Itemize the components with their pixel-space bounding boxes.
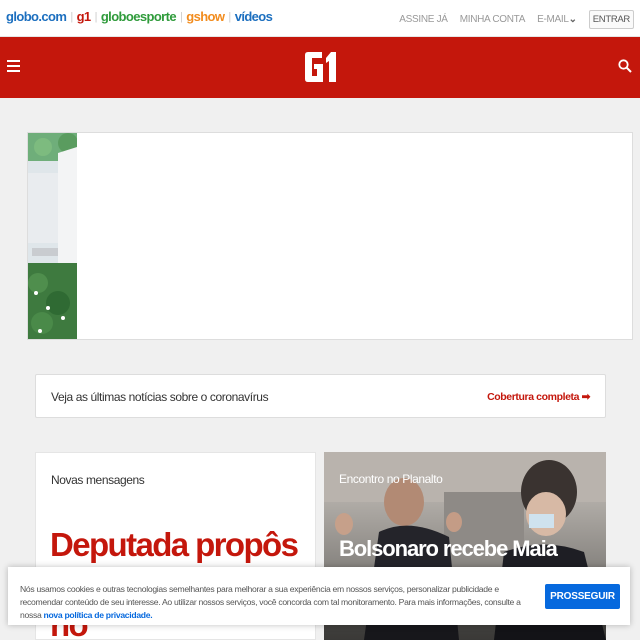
cookie-message: Nós usamos cookies e outras tecnologias … [20, 583, 535, 622]
chevron-down-icon: ⌄ [568, 14, 577, 25]
brand-link-globoesporte[interactable]: globoesporte [101, 9, 177, 24]
brand-links: globo.com | g1 | globoesporte | gshow | … [6, 9, 273, 24]
separator: | [179, 10, 183, 23]
privacy-policy-link[interactable]: nova política de privacidade. [44, 610, 153, 620]
g1-logo[interactable] [302, 51, 338, 83]
card-kicker: Encontro no Planalto [339, 472, 443, 486]
brand-link-videos[interactable]: vídeos [235, 9, 273, 24]
separator: | [70, 10, 73, 23]
cookie-consent-banner: Nós usamos cookies e outras tecnologias … [8, 567, 630, 625]
separator: | [94, 10, 98, 23]
brand-link-g1[interactable]: g1 [77, 9, 92, 24]
email-menu[interactable]: E-MAIL⌄ [537, 14, 577, 25]
coronavirus-coverage-banner[interactable]: Veja as últimas notícias sobre o coronav… [35, 374, 606, 418]
account-links: ASSINE JÁ MINHA CONTA E-MAIL⌄ ENTRAR [399, 10, 634, 29]
advertisement-banner[interactable] [27, 132, 633, 340]
login-button[interactable]: ENTRAR [588, 10, 634, 29]
proceed-button[interactable]: PROSSEGUIR [545, 584, 620, 609]
ad-image [28, 133, 77, 339]
coronavirus-banner-text: Veja as últimas notícias sobre o coronav… [51, 390, 269, 404]
globo-top-bar: globo.com | g1 | globoesporte | gshow | … [0, 0, 640, 37]
hamburger-menu-icon[interactable] [7, 60, 20, 72]
g1-header [0, 37, 640, 98]
brand-link-globo[interactable]: globo.com [6, 9, 67, 24]
brand-link-gshow[interactable]: gshow [186, 9, 225, 24]
subscribe-link[interactable]: ASSINE JÁ [399, 14, 448, 25]
search-icon[interactable] [618, 59, 632, 73]
separator: | [228, 10, 231, 23]
card-kicker: Novas mensagens [51, 473, 145, 487]
email-label: E-MAIL [537, 14, 569, 25]
full-coverage-link[interactable]: Cobertura completa ➡ [487, 391, 590, 403]
my-account-link[interactable]: MINHA CONTA [460, 14, 526, 25]
